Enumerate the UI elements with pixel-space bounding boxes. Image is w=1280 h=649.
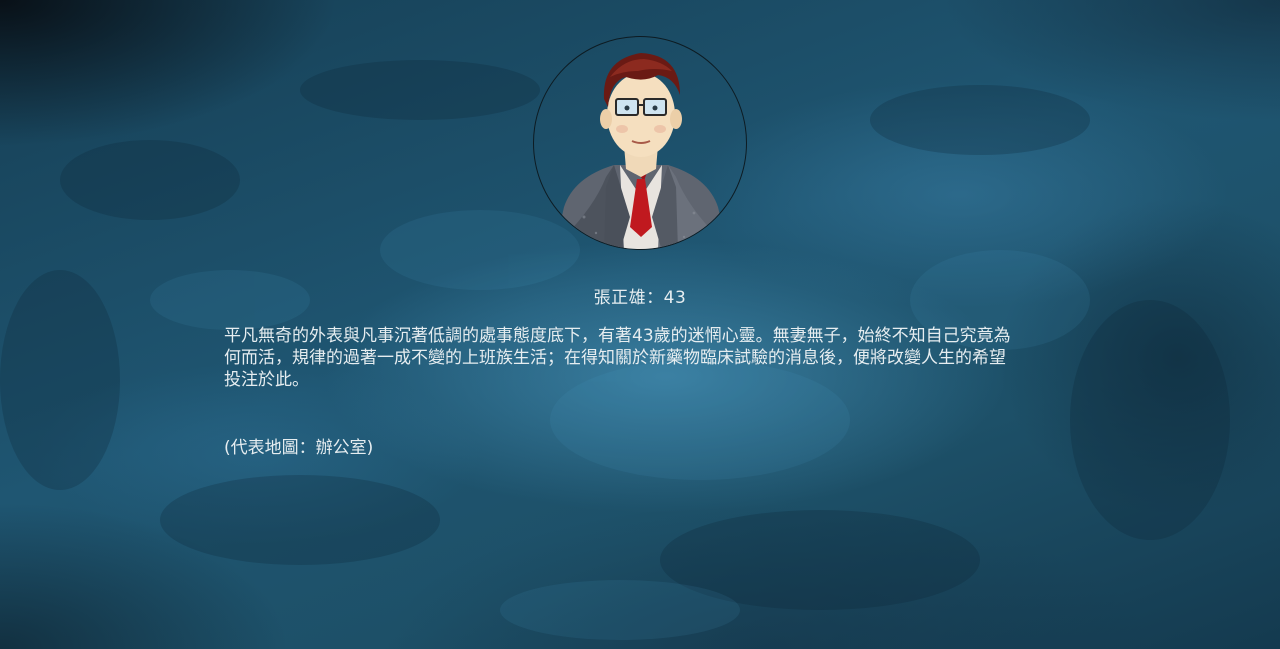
bio-line: 投注於此。: [224, 370, 309, 390]
character-name-age: 張正雄：43: [593, 288, 687, 308]
businessman-portrait-icon: [554, 53, 728, 249]
character-portrait: [533, 36, 747, 250]
character-bio: 平凡無奇的外表與凡事沉著低調的處事態度底下，有著43歲的迷惘心靈。無妻無子，始終…: [224, 325, 1064, 391]
bio-line: 平凡無奇的外表與凡事沉著低調的處事態度底下，有著43歲的迷惘心靈。無妻無子，始終…: [224, 326, 1011, 346]
bio-line: 何而活，規律的過著一成不變的上班族生活；在得知關於新藥物臨床試驗的消息後，便將改…: [224, 348, 1006, 368]
representative-map-note: (代表地圖：辦公室): [224, 438, 374, 458]
